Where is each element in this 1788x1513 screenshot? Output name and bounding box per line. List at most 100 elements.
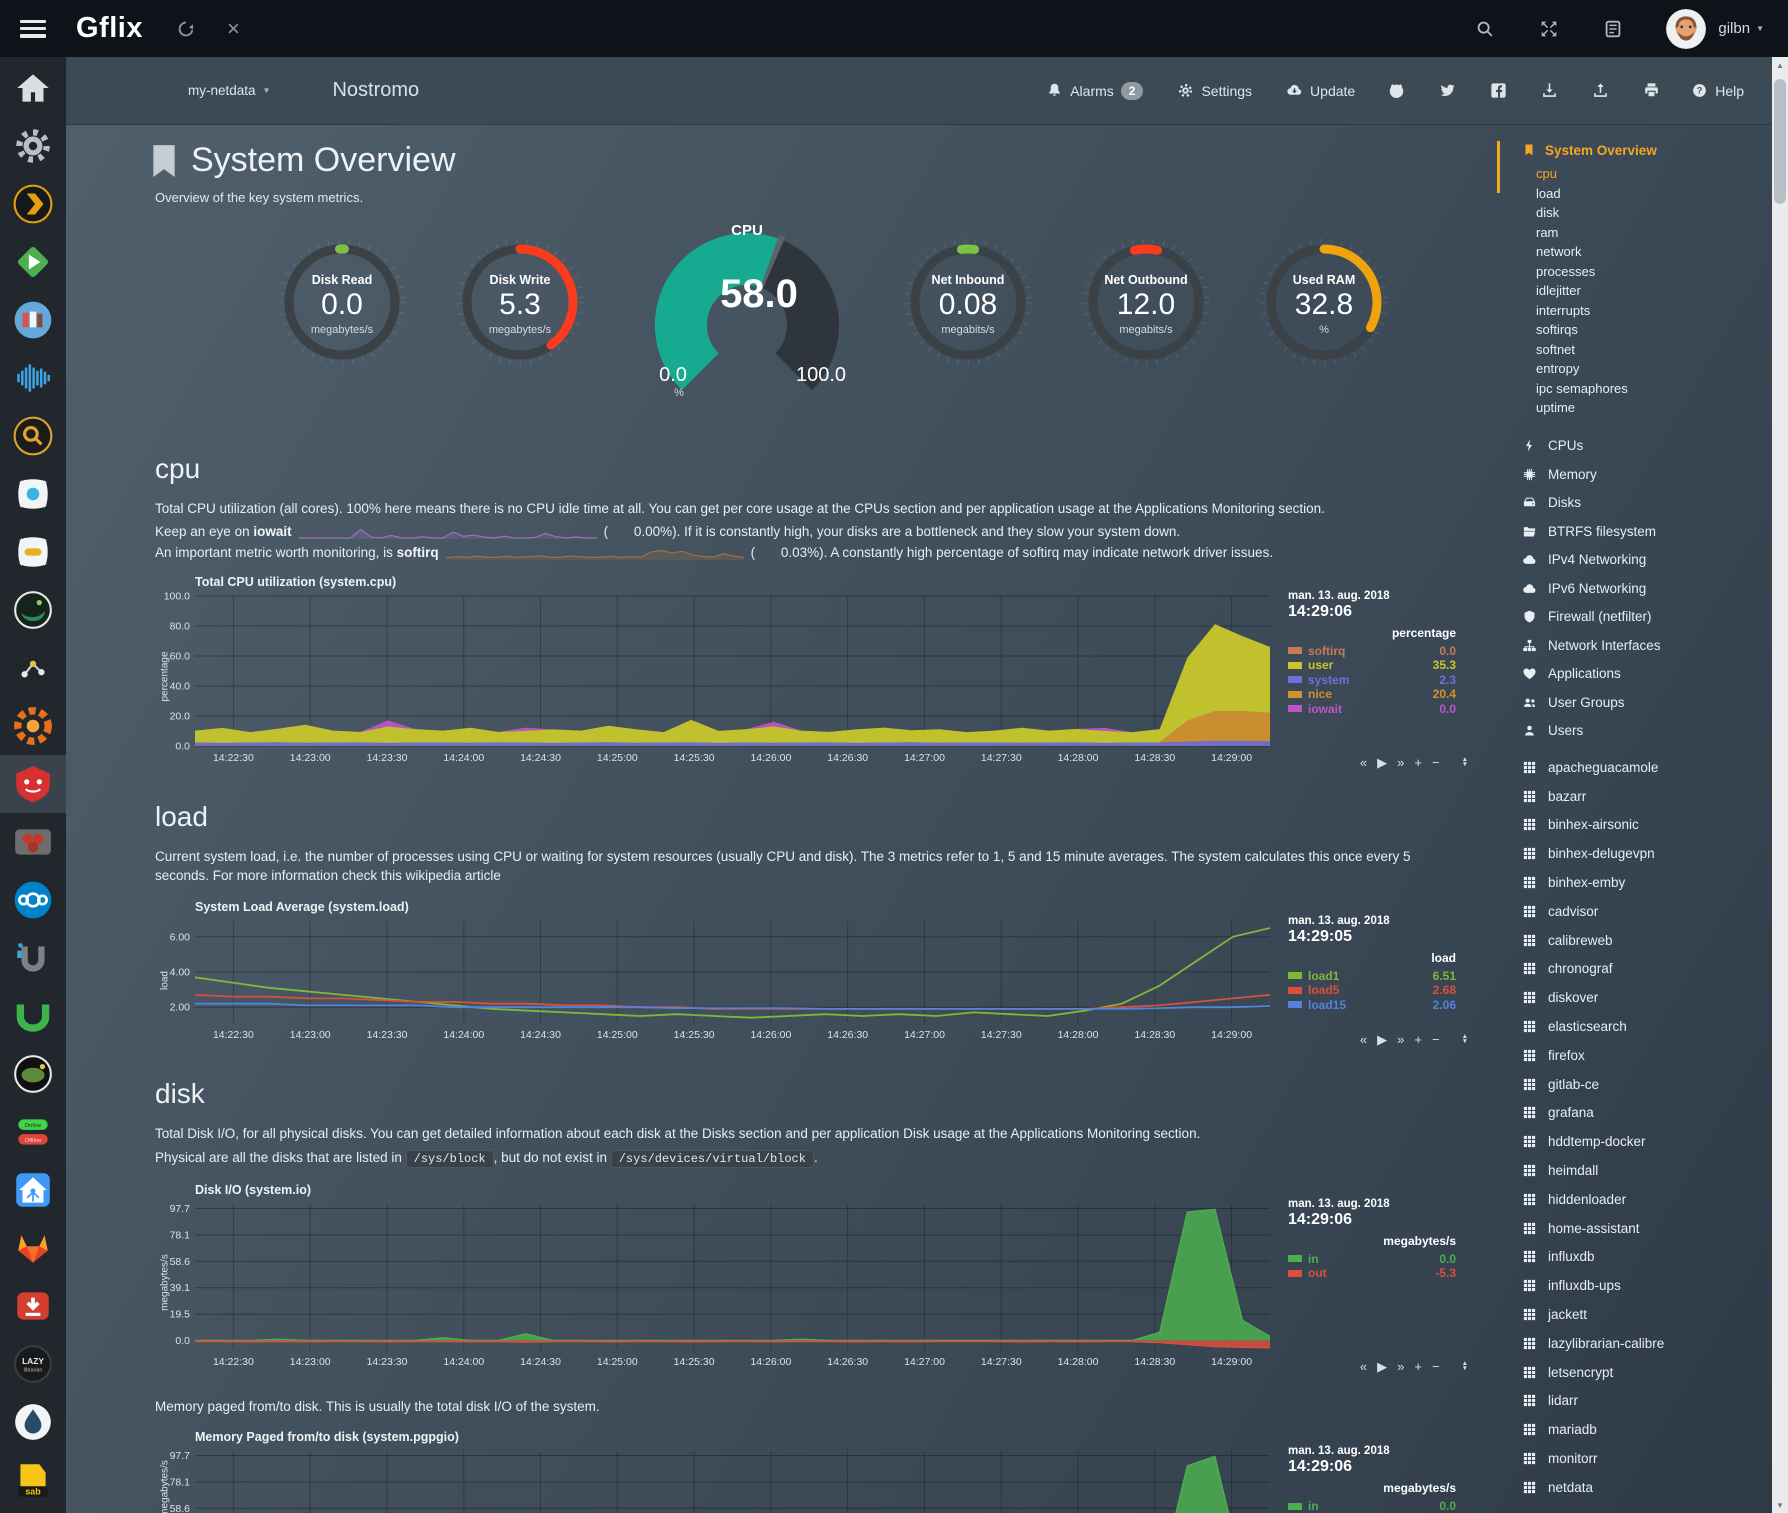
menu-item-chronograf[interactable]: chronograf [1495, 955, 1772, 984]
play-icon[interactable]: ▶ [1377, 756, 1387, 769]
close-tab-icon[interactable]: × [227, 18, 240, 40]
user-avatar[interactable] [1666, 9, 1706, 49]
menu-item-letsencrypt[interactable]: letsencrypt [1495, 1358, 1772, 1387]
menu-item-binhex-emby[interactable]: binhex-emby [1495, 868, 1772, 897]
menu-item-applications[interactable]: Applications [1495, 660, 1772, 689]
legend-row-user[interactable]: user35.3 [1288, 658, 1456, 673]
skip-to-end-icon[interactable]: » [1397, 1033, 1404, 1046]
resize-handle-icon[interactable]: ▲▼ [1462, 1034, 1468, 1044]
legend-row-load1[interactable]: load16.51 [1288, 969, 1456, 984]
legend-row-out[interactable]: out-5.3 [1288, 1266, 1456, 1281]
gauge-net-inbound[interactable]: Net Inbound0.08megabits/s [893, 227, 1043, 392]
menu-item-lazylibrarian-calibre[interactable]: lazylibrarian-calibre [1495, 1329, 1772, 1358]
zoom-in-icon[interactable]: + [1414, 1033, 1422, 1046]
menu-item-elasticsearch[interactable]: elasticsearch [1495, 1012, 1772, 1041]
gauge-disk-read[interactable]: Disk Read0.0megabytes/s [267, 227, 417, 392]
menu-item-firewall-netfilter-[interactable]: Firewall (netfilter) [1495, 603, 1772, 632]
gauge-net-outbound[interactable]: Net Outbound12.0megabits/s [1071, 227, 1221, 392]
skip-to-begin-icon[interactable]: « [1360, 756, 1367, 769]
menu-item-memory[interactable]: Memory [1495, 460, 1772, 489]
gauge-used-ram[interactable]: Used RAM32.8% [1249, 227, 1399, 392]
settings-button[interactable]: Settings [1177, 82, 1252, 99]
menu-item-user-groups[interactable]: User Groups [1495, 688, 1772, 717]
twitter-icon[interactable] [1438, 81, 1457, 100]
disk-chart-canvas[interactable]: 14:22:3014:23:0014:23:3014:24:0014:24:30… [155, 1198, 1278, 1370]
menu-subitem-ram[interactable]: ram [1536, 223, 1772, 243]
zoom-in-icon[interactable]: + [1414, 1360, 1422, 1373]
menu-subitem-entropy[interactable]: entropy [1536, 359, 1772, 379]
menu-item-ipv4-networking[interactable]: IPv4 Networking [1495, 546, 1772, 575]
menu-item-apacheguacamole[interactable]: apacheguacamole [1495, 753, 1772, 782]
menu-item-monitorr[interactable]: monitorr [1495, 1444, 1772, 1473]
hamburger-menu-icon[interactable] [20, 20, 46, 38]
upload-icon[interactable] [1591, 81, 1610, 100]
scrollbar-thumb[interactable] [1774, 79, 1786, 204]
menu-item-ipv6-networking[interactable]: IPv6 Networking [1495, 574, 1772, 603]
rail-item-lidarr[interactable] [0, 523, 66, 581]
scrollbar-down-arrow[interactable]: ▼ [1772, 1497, 1788, 1513]
menu-item-gitlab-ce[interactable]: gitlab-ce [1495, 1070, 1772, 1099]
menu-item-influxdb[interactable]: influxdb [1495, 1243, 1772, 1272]
rail-item-settings-gear[interactable] [0, 117, 66, 175]
menu-item-netdata[interactable]: netdata [1495, 1473, 1772, 1502]
menu-item-influxdb-ups[interactable]: influxdb-ups [1495, 1271, 1772, 1300]
zoom-out-icon[interactable]: − [1432, 1360, 1440, 1373]
legend-row-in[interactable]: in0.0 [1288, 1252, 1456, 1267]
rail-item-lazylibrarian[interactable]: LAZYlibrarian [0, 1335, 66, 1393]
menu-item-disks[interactable]: Disks [1495, 489, 1772, 518]
menu-item-cadvisor[interactable]: cadvisor [1495, 897, 1772, 926]
rail-item-youtube-dl[interactable] [0, 1277, 66, 1335]
legend-row-load5[interactable]: load52.68 [1288, 983, 1456, 998]
resize-handle-icon[interactable]: ▲▼ [1462, 1361, 1468, 1371]
legend-row-in[interactable]: in0.0 [1288, 1499, 1456, 1513]
menu-item-lidarr[interactable]: lidarr [1495, 1387, 1772, 1416]
menu-item-btrfs-filesystem[interactable]: BTRFS filesystem [1495, 517, 1772, 546]
search-icon[interactable] [1474, 18, 1496, 40]
menu-item-hddtemp-docker[interactable]: hddtemp-docker [1495, 1127, 1772, 1156]
play-icon[interactable]: ▶ [1377, 1360, 1387, 1373]
github-icon[interactable] [1387, 81, 1406, 100]
skip-to-begin-icon[interactable]: « [1360, 1360, 1367, 1373]
zoom-out-icon[interactable]: − [1432, 1033, 1440, 1046]
rail-item-unraid[interactable] [0, 987, 66, 1045]
rail-item-gitlab[interactable] [0, 1219, 66, 1277]
rail-item-library[interactable] [0, 1045, 66, 1103]
menu-item-home-assistant[interactable]: home-assistant [1495, 1214, 1772, 1243]
skip-to-begin-icon[interactable]: « [1360, 1033, 1367, 1046]
rail-item-monitorr[interactable]: OnlineOffline [0, 1103, 66, 1161]
legend-row-system[interactable]: system2.3 [1288, 673, 1456, 688]
alarms-button[interactable]: Alarms 2 [1046, 82, 1143, 100]
fullscreen-icon[interactable] [1538, 18, 1560, 40]
rail-item-radarr[interactable] [0, 465, 66, 523]
rail-item-unifi[interactable] [0, 929, 66, 987]
user-menu[interactable]: gilbn ▼ [1718, 20, 1764, 37]
legend-row-nice[interactable]: nice20.4 [1288, 687, 1456, 702]
menu-item-binhex-airsonic[interactable]: binhex-airsonic [1495, 811, 1772, 840]
print-icon[interactable] [1642, 81, 1661, 100]
menu-item-users[interactable]: Users [1495, 717, 1772, 746]
skip-to-end-icon[interactable]: » [1397, 756, 1404, 769]
rail-item-airsonic[interactable] [0, 349, 66, 407]
menu-subitem-cpu[interactable]: cpu [1536, 164, 1772, 184]
menu-item-firefox[interactable]: firefox [1495, 1041, 1772, 1070]
skip-to-end-icon[interactable]: » [1397, 1360, 1404, 1373]
menu-subitem-processes[interactable]: processes [1536, 262, 1772, 282]
scrollbar-up-arrow[interactable]: ▲ [1772, 57, 1788, 73]
menu-subitem-load[interactable]: load [1536, 184, 1772, 204]
rail-item-jackett[interactable] [0, 407, 66, 465]
gauge-disk-write[interactable]: Disk Write5.3megabytes/s [445, 227, 595, 392]
menu-item-bazarr[interactable]: bazarr [1495, 782, 1772, 811]
rail-item-plex[interactable] [0, 175, 66, 233]
rail-item-bazarr[interactable] [0, 813, 66, 871]
menu-subitem-interrupts[interactable]: interrupts [1536, 301, 1772, 321]
menu-item-system-overview[interactable]: System Overview [1495, 139, 1772, 161]
load-chart-canvas[interactable]: 14:22:3014:23:0014:23:3014:24:0014:24:30… [155, 915, 1278, 1043]
legend-row-softirq[interactable]: softirq0.0 [1288, 644, 1456, 659]
legend-row-load15[interactable]: load152.06 [1288, 998, 1456, 1013]
menu-item-calibreweb[interactable]: calibreweb [1495, 926, 1772, 955]
menu-item-grafana[interactable]: grafana [1495, 1099, 1772, 1128]
menu-item-network-interfaces[interactable]: Network Interfaces [1495, 631, 1772, 660]
rail-item-sabnzbd[interactable]: sab [0, 1451, 66, 1509]
rail-item-grafana[interactable] [0, 697, 66, 755]
rail-item-duplicati[interactable] [0, 1393, 66, 1451]
